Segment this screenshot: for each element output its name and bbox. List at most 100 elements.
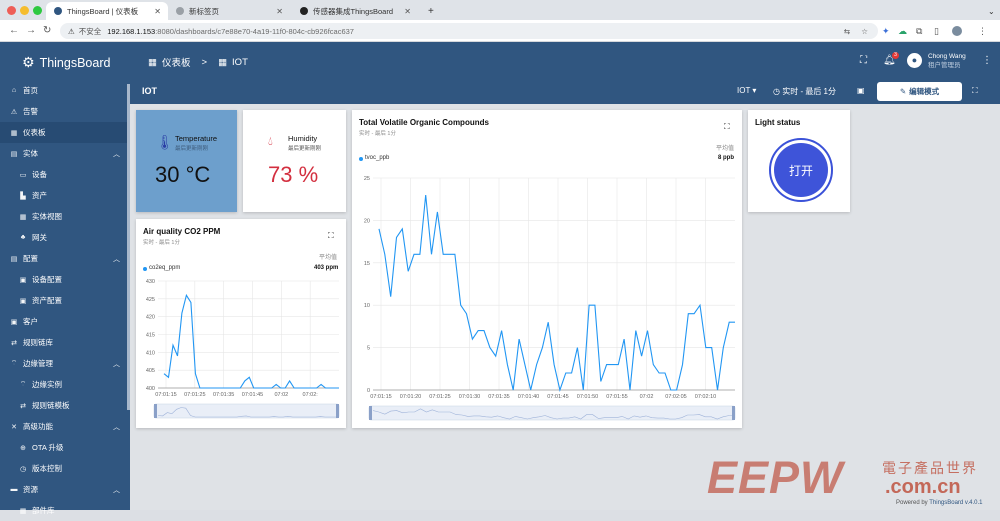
brand[interactable]: ⚙ ThingsBoard xyxy=(22,54,110,71)
chevron-up-icon: ︿ xyxy=(113,360,120,368)
sidebar-item-alarms[interactable]: ⚠ 告警 xyxy=(0,101,130,122)
asset-profile-icon: ▣ xyxy=(19,297,27,305)
extensions-puzzle-icon[interactable]: ⧉ xyxy=(916,26,922,37)
sidebar-item-version-control[interactable]: ◷ 版本控制 xyxy=(0,458,130,479)
temperature-widget[interactable]: 🌡︎ Temperature 最后更新刚刚 30 °C xyxy=(136,110,237,212)
sidebar-item-label: 客户 xyxy=(23,317,38,326)
voc-chart-widget[interactable]: Total Volatile Organic Compounds 实时 - 最后… xyxy=(352,110,742,428)
co2-zoom-handle-right xyxy=(336,404,339,418)
url-field[interactable]: ⚠ 不安全 192.168.1.153 :8080/dashboards/c7e… xyxy=(60,23,878,39)
co2-chart-widget[interactable]: Air quality CO2 PPM 实时 - 最后 1分 ⛶ 平均值 co2… xyxy=(136,219,346,428)
co2-chart[interactable]: 400 405 410 415 420 425 430 07:01:15 07:01:25 07:… xyxy=(136,277,346,428)
co2-legend-label[interactable]: co2eq_ppm xyxy=(149,265,180,271)
sidebar-item-advanced[interactable]: ✕ 高级功能 ︿ xyxy=(0,416,130,437)
browser-tab-title: 传感器集成ThingsBoard xyxy=(313,6,394,16)
browser-tab-thingsboard[interactable]: ThingsBoard | 仪表板 ✕ xyxy=(46,2,168,20)
widget-library-icon: ▦ xyxy=(19,507,27,515)
close-tab-icon[interactable]: ✕ xyxy=(154,7,161,16)
state-selector[interactable]: IOT ▾ xyxy=(737,86,756,95)
humidity-widget[interactable]: 💧︎ Humidity 最后更新刚刚 73 % xyxy=(243,110,346,212)
translate-icon[interactable]: ⇆ xyxy=(844,27,850,36)
sidebar-item-label: 网关 xyxy=(32,233,47,242)
close-tab-icon[interactable]: ✕ xyxy=(404,7,411,16)
sidebar-item-widget-library[interactable]: ▦ 部件库 xyxy=(0,500,130,521)
voc-x-tick-label: 07:01:50 xyxy=(577,394,598,400)
alarm-icon: ⚠ xyxy=(10,108,18,116)
voc-y-tick-label: 5 xyxy=(367,346,370,352)
sidebar-item-device-profiles[interactable]: ▣ 设备配置 xyxy=(0,269,130,290)
sidebar-item-customers[interactable]: ▣ 客户 xyxy=(0,311,130,332)
download-icon[interactable]: ⬇ xyxy=(944,86,951,95)
side-panel-icon[interactable]: ▯ xyxy=(934,26,939,37)
browser-tab-article[interactable]: 传感器集成ThingsBoard ✕ xyxy=(292,2,418,20)
insecure-warning-icon[interactable]: ⚠ xyxy=(68,27,75,36)
voc-x-tick-label: 07:02 xyxy=(640,394,654,400)
sidebar-item-label: 边缘实例 xyxy=(32,380,62,389)
sidebar-item-resources[interactable]: ▬ 资源 ︿ xyxy=(0,479,130,500)
temperature-value: 30 °C xyxy=(155,162,211,187)
image-export-icon[interactable]: ▣ xyxy=(857,86,865,95)
url-host: 192.168.1.153 xyxy=(107,26,156,36)
fullscreen-icon[interactable]: ⛶ xyxy=(860,55,867,66)
browser-tab-new[interactable]: 新标签页 ✕ xyxy=(168,2,290,20)
sidebar-item-assets[interactable]: ▙ 资产 xyxy=(0,185,130,206)
voc-y-tick-label: 15 xyxy=(364,261,370,267)
minimize-window-icon[interactable] xyxy=(20,6,29,15)
powered-by-link[interactable]: ThingsBoard v.4.0.1 xyxy=(929,500,982,506)
pencil-icon: ✎ xyxy=(899,87,907,96)
sidebar-item-entities[interactable]: ▤ 实体 ︿ xyxy=(0,143,130,164)
sidebar-item-dashboards[interactable]: ▦ 仪表板 xyxy=(0,122,130,143)
bookmark-star-icon[interactable]: ☆ xyxy=(861,27,868,36)
sidebar-item-ota[interactable]: ⊕ OTA 升级 xyxy=(0,437,130,458)
new-tab-button[interactable]: + xyxy=(420,2,434,20)
user-avatar-icon[interactable]: ● xyxy=(907,53,922,68)
expand-icon[interactable]: ⛶ xyxy=(724,122,730,132)
tab-search-icon[interactable]: ⌄ xyxy=(980,2,995,20)
sidebar-item-devices[interactable]: ▭ 设备 xyxy=(0,164,130,185)
sidebar-item-gateways[interactable]: ♣ 网关 xyxy=(0,227,130,248)
maximize-window-icon[interactable] xyxy=(33,6,42,15)
voc-y-tick-label: 20 xyxy=(364,218,370,224)
extension-cloud-icon[interactable]: ☁ xyxy=(898,26,907,37)
sidebar-item-rule-chains[interactable]: ⇄ 规则链库 xyxy=(0,332,130,353)
sidebar-item-asset-profiles[interactable]: ▣ 资产配置 xyxy=(0,290,130,311)
profile-avatar-icon[interactable] xyxy=(952,26,962,36)
extension-bolt-icon[interactable]: ✦ xyxy=(882,26,890,37)
voc-x-tick-label: 07:01:55 xyxy=(606,394,627,400)
timewindow-selector[interactable]: ◷ 实时 - 最后 1分 xyxy=(773,86,836,97)
sidebar-item-profiles[interactable]: ▤ 配置 ︿ xyxy=(0,248,130,269)
dashboard-crumb-icon: ▦ xyxy=(218,56,228,68)
device-profile-icon: ▣ xyxy=(19,276,27,284)
voc-chart[interactable]: 051015202507:01:15 07:01:20 07:01:25 07:01:… xyxy=(352,166,742,428)
dashboard-fullscreen-icon[interactable]: ⛶ xyxy=(972,86,978,96)
voc-legend-label[interactable]: tvoc_ppb xyxy=(365,155,389,161)
sidebar-item-home[interactable]: ⌂ 首页 xyxy=(0,80,130,101)
voc-x-tick-label: 07:01:15 xyxy=(370,394,391,400)
rule-chain-icon: ⇄ xyxy=(11,339,17,347)
co2-y-tick-label: 400 xyxy=(146,386,155,392)
back-icon[interactable]: ← xyxy=(9,25,19,36)
sidebar-item-entity-views[interactable]: ▦ 实体视图 xyxy=(0,206,130,227)
sidebar-item-edge-instances[interactable]: ⌔ 边缘实例 xyxy=(0,374,130,395)
user-menu-icon[interactable]: ⋮ xyxy=(982,55,992,66)
browser-tab-title: ThingsBoard | 仪表板 xyxy=(67,6,139,16)
powered-by-prefix: Powered by xyxy=(896,500,930,506)
forward-icon[interactable]: → xyxy=(26,25,36,36)
sidebar-item-edge-management[interactable]: ⌔ 边缘管理 ︿ xyxy=(0,353,130,374)
reload-icon[interactable]: ↻ xyxy=(43,25,51,36)
sidebar-item-rule-chain-templates[interactable]: ⇄ 规则链模板 xyxy=(0,395,130,416)
thingsboard-logo-icon: ⚙ xyxy=(22,54,35,70)
voc-zoom-handle-left xyxy=(369,406,372,420)
sidebar-item-label: 实体视图 xyxy=(32,212,62,221)
close-window-icon[interactable] xyxy=(7,6,16,15)
close-tab-icon[interactable]: ✕ xyxy=(276,7,283,16)
light-toggle-button[interactable]: 打开 xyxy=(774,143,828,197)
co2-y-tick-label: 425 xyxy=(146,297,155,303)
breadcrumb-dashboards[interactable]: 仪表板 xyxy=(162,55,191,69)
clock-icon: ◷ xyxy=(773,87,780,96)
co2-avg-value: 403 ppm xyxy=(314,265,339,271)
user-info[interactable]: Chong Wang 租户管理员 xyxy=(928,52,966,70)
browser-menu-icon[interactable]: ⋮ xyxy=(978,26,987,37)
expand-icon[interactable]: ⛶ xyxy=(328,231,334,241)
chrome-favicon-icon xyxy=(176,7,184,15)
